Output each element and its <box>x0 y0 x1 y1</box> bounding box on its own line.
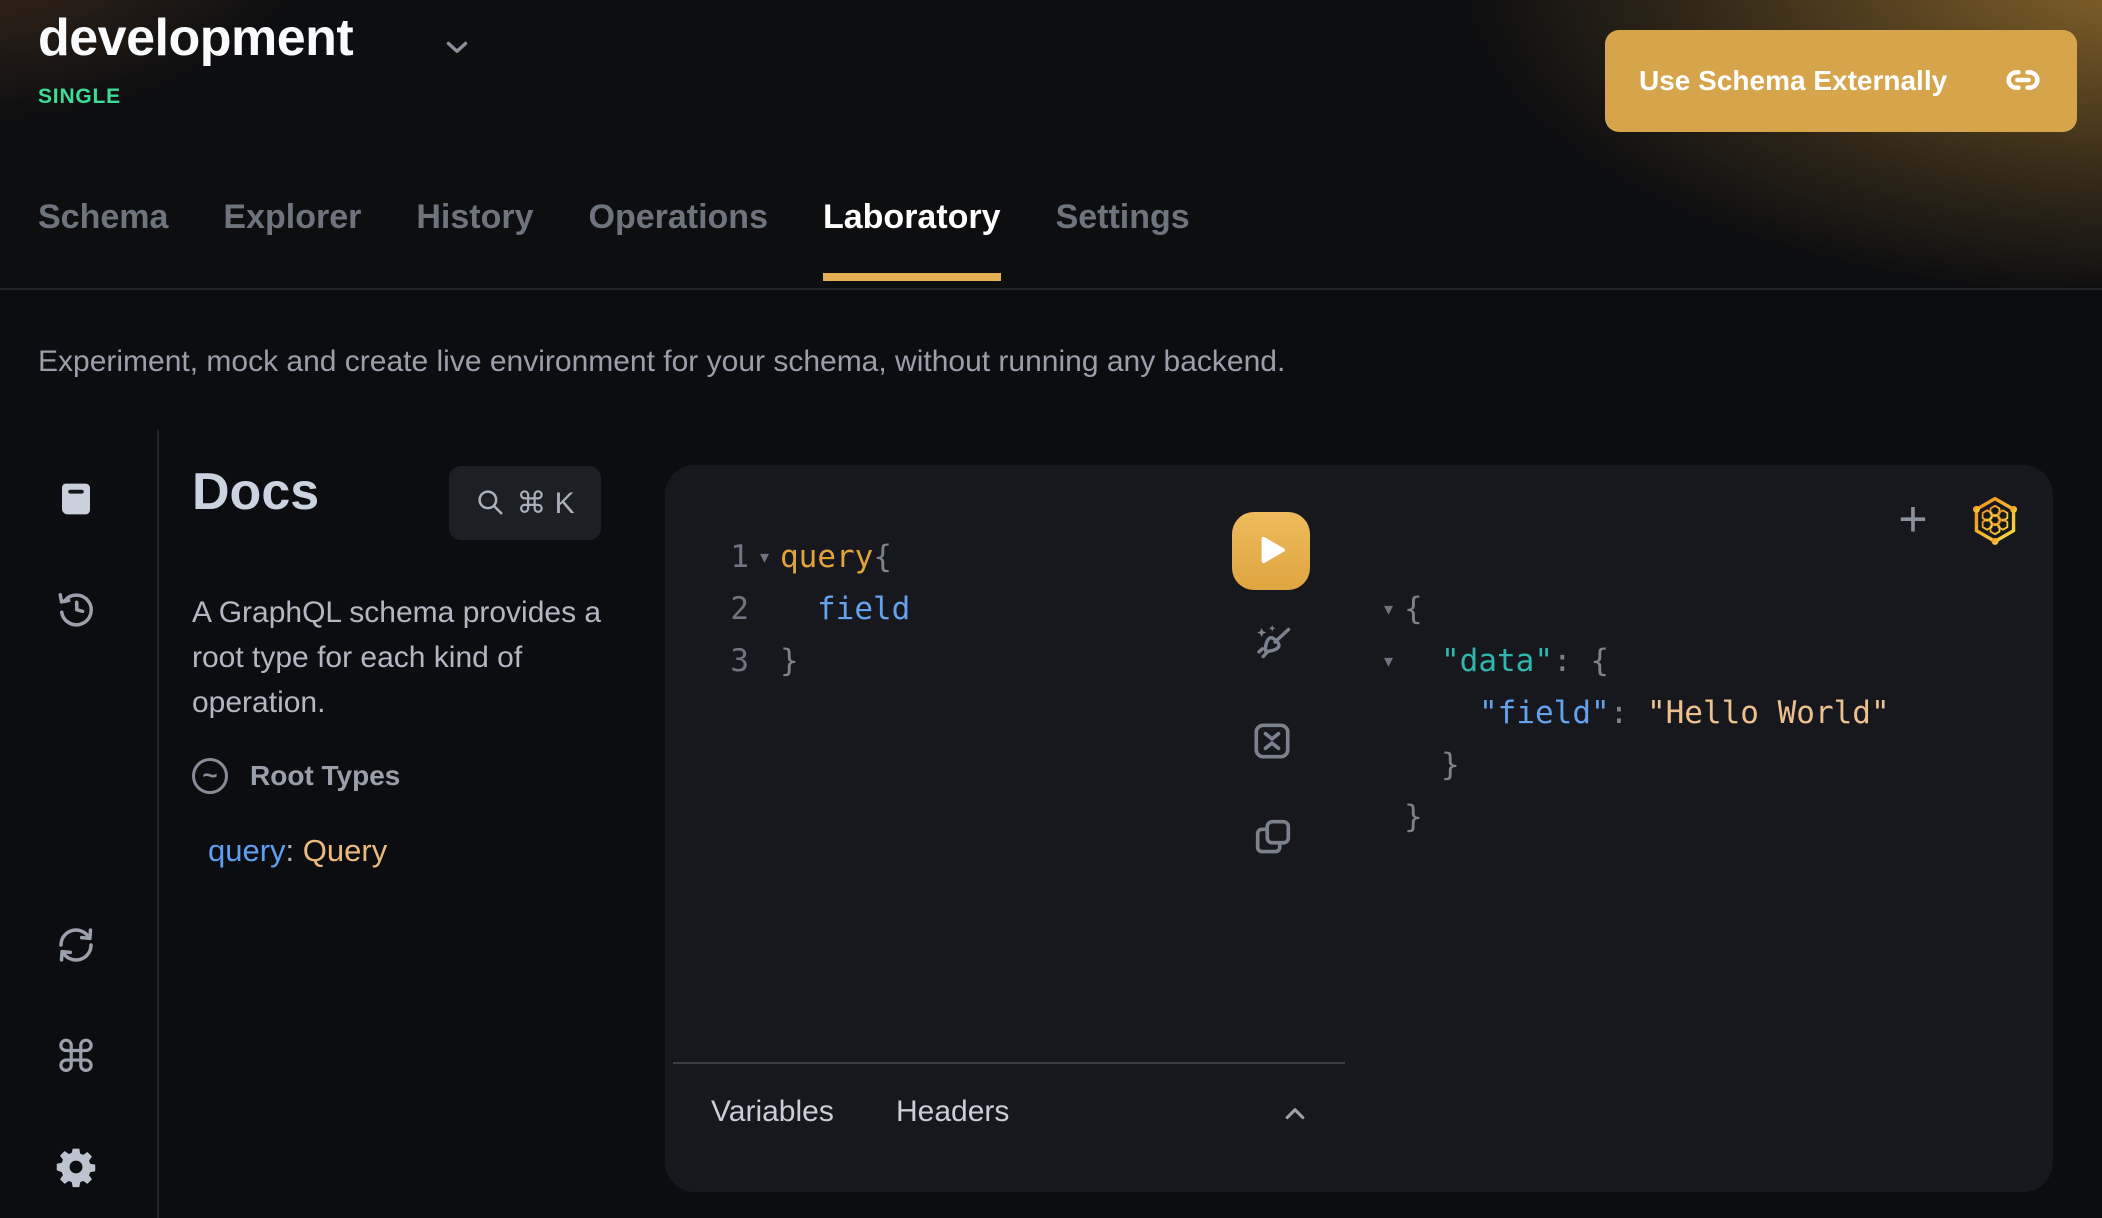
main-nav: Schema Explorer History Operations Labor… <box>38 198 1190 281</box>
header: development SINGLE Use Schema Externally… <box>0 0 2102 290</box>
tab-explorer[interactable]: Explorer <box>223 198 361 281</box>
line-number: 2 <box>725 591 749 627</box>
search-shortcut-label: ⌘ K <box>516 486 574 521</box>
response-line: ▾ "data": { <box>1373 635 1890 687</box>
use-schema-externally-label: Use Schema Externally <box>1639 65 1947 97</box>
response-viewer: ▾ { ▾ "data": { "field": "Hello World" }… <box>1373 583 1890 843</box>
query-editor[interactable]: 1 ▾ query{ 2 field 3 } <box>725 531 910 687</box>
keyboard-shortcuts-button[interactable]: ⌘ <box>48 1030 104 1086</box>
environment-badge: SINGLE <box>38 85 121 109</box>
response-line: } <box>1373 739 1890 791</box>
refresh-icon <box>54 923 98 970</box>
root-type-separator: : <box>286 833 303 868</box>
root-type-name: query <box>208 833 286 868</box>
root-type-value: Query <box>303 833 387 868</box>
tab-settings[interactable]: Settings <box>1056 198 1190 281</box>
line-number: 1 <box>725 539 749 575</box>
response-data-key: "data" <box>1441 643 1553 679</box>
query-line: 1 ▾ query{ <box>725 531 910 583</box>
docs-sidebar-button[interactable] <box>48 472 104 528</box>
fold-toggle-icon[interactable]: ▾ <box>749 547 780 568</box>
graphiql-panel: 1 ▾ query{ 2 field 3 } <box>665 465 2053 1192</box>
link-icon <box>2003 60 2043 103</box>
copy-query-button[interactable] <box>1250 815 1296 861</box>
sidebar-rail: ⌘ <box>0 430 157 1218</box>
query-keyword: query <box>780 539 873 575</box>
target-selector-chevron-down-icon[interactable] <box>440 30 474 69</box>
response-line: "field": "Hello World" <box>1373 687 1890 739</box>
query-field: field <box>817 591 910 627</box>
prettify-query-button[interactable] <box>1249 623 1295 669</box>
execute-query-button[interactable] <box>1232 512 1310 590</box>
history-icon <box>54 587 98 634</box>
root-types-label: Root Types <box>250 760 400 792</box>
hive-logo-button[interactable] <box>1968 493 2022 547</box>
docs-search-button[interactable]: ⌘ K <box>449 466 601 540</box>
root-types-icon: ~ <box>192 758 228 794</box>
tab-history[interactable]: History <box>416 198 533 281</box>
query-line: 3 } <box>725 635 910 687</box>
copy-icon <box>1250 814 1296 863</box>
query-line: 2 field <box>725 583 910 635</box>
docs-intro-text: A GraphQL schema provides a root type fo… <box>192 590 624 725</box>
line-number: 3 <box>725 643 749 679</box>
response-field-key: "field" <box>1479 695 1610 731</box>
hive-logo-icon <box>1968 535 2022 550</box>
response-line: ▾ { <box>1373 583 1890 635</box>
search-icon <box>475 487 505 520</box>
collapse-footer-button[interactable] <box>1273 1095 1317 1135</box>
merge-fragments-button[interactable] <box>1249 719 1295 765</box>
page-title: development <box>38 8 353 68</box>
refetch-schema-button[interactable] <box>48 918 104 974</box>
use-schema-externally-button[interactable]: Use Schema Externally <box>1605 30 2077 132</box>
root-type-query-link[interactable]: query: Query <box>208 833 387 869</box>
chevron-up-icon <box>1278 1097 1312 1134</box>
prettify-broom-icon <box>1249 622 1295 671</box>
tab-laboratory[interactable]: Laboratory <box>823 198 1001 281</box>
fold-toggle-icon[interactable]: ▾ <box>1373 599 1404 620</box>
fold-toggle-icon[interactable]: ▾ <box>1373 651 1404 672</box>
variables-tab[interactable]: Variables <box>711 1095 834 1129</box>
page-description: Experiment, mock and create live environ… <box>38 345 1285 379</box>
response-field-value: "Hello World" <box>1647 695 1890 731</box>
headers-tab[interactable]: Headers <box>896 1095 1009 1129</box>
gear-icon <box>54 1145 98 1192</box>
root-types-section: ~ Root Types <box>192 758 400 794</box>
editor-footer-divider <box>673 1062 1345 1064</box>
laboratory-page: development SINGLE Use Schema Externally… <box>0 0 2102 1218</box>
sidebar-divider <box>157 430 159 1218</box>
settings-sidebar-button[interactable] <box>48 1140 104 1196</box>
play-icon <box>1253 532 1289 571</box>
tab-schema[interactable]: Schema <box>38 198 168 281</box>
tab-operations[interactable]: Operations <box>589 198 768 281</box>
docs-book-icon <box>55 478 97 523</box>
docs-title: Docs <box>192 462 319 522</box>
merge-icon <box>1249 718 1295 767</box>
command-icon: ⌘ <box>54 1036 98 1080</box>
add-tab-button[interactable]: + <box>1883 487 1943 551</box>
response-line: } <box>1373 791 1890 843</box>
history-sidebar-button[interactable] <box>48 582 104 638</box>
